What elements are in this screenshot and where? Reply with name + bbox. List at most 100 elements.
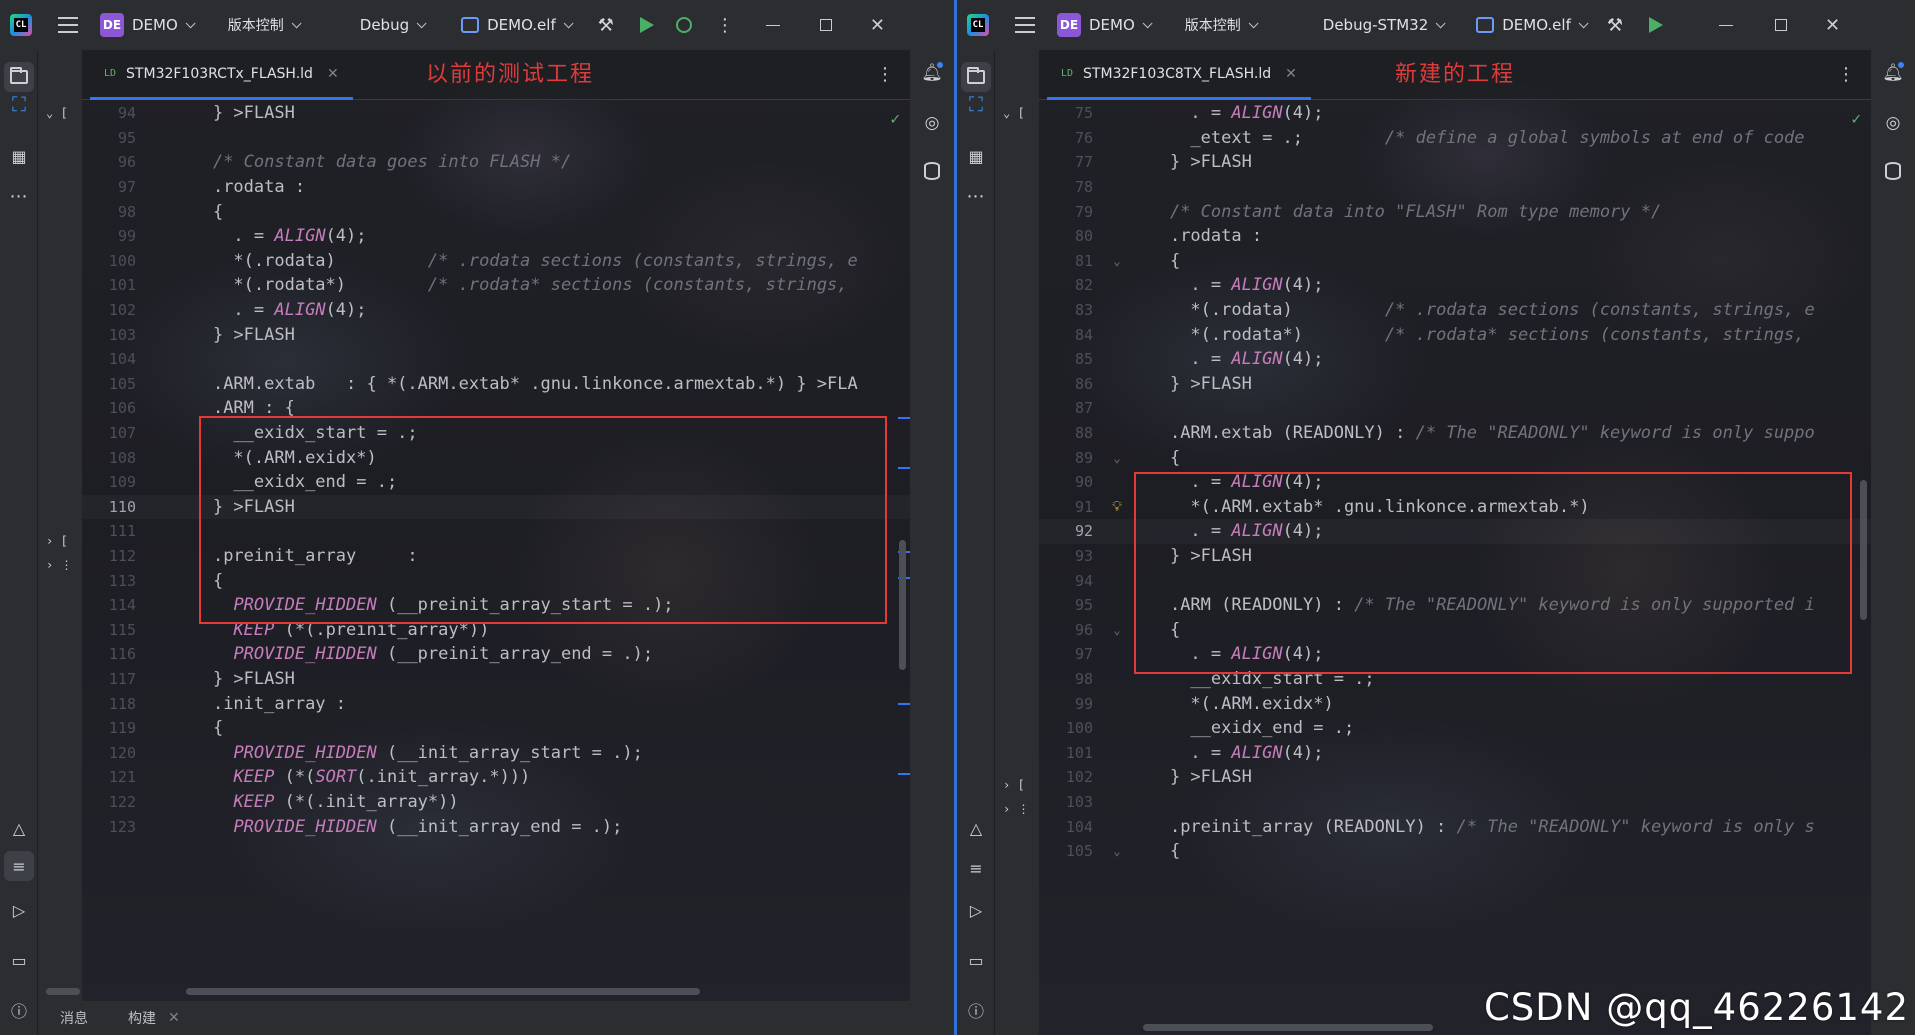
close-icon[interactable]: ✕ — [870, 15, 885, 36]
tab-options-icon[interactable]: ⋮ — [1837, 64, 1855, 85]
structure-blocks-icon[interactable]: ▦ — [964, 144, 988, 168]
build-hammer-icon[interactable]: ⚒ — [1607, 15, 1623, 36]
code-line[interactable]: 101 . = ALIGN(4); — [1039, 741, 1871, 766]
code-line[interactable]: 100 __exidx_end = .; — [1039, 716, 1871, 741]
plugin-icon[interactable]: ⛶ — [964, 92, 988, 116]
code-line[interactable]: 101 *(.rodata*) /* .rodata* sections (co… — [82, 273, 910, 298]
code-line[interactable]: 113 { — [82, 568, 910, 593]
notifications-bell-icon[interactable]: 🔔︎ — [1882, 62, 1904, 84]
code-line[interactable]: 102 . = ALIGN(4); — [82, 298, 910, 323]
chevron-down-icon[interactable] — [185, 17, 196, 28]
code-line[interactable]: 116 PROVIDE_HIDDEN (__preinit_array_end … — [82, 642, 910, 667]
project-badge[interactable]: DE — [1057, 13, 1081, 37]
code-line[interactable]: 90 . = ALIGN(4); — [1039, 470, 1871, 495]
terminal-icon[interactable]: ▭ — [964, 948, 988, 972]
editor-hscrollbar[interactable] — [1143, 1024, 1433, 1031]
chevron-down-icon[interactable] — [1578, 17, 1589, 28]
code-line[interactable]: 83 *(.rodata) /* .rodata sections (const… — [1039, 298, 1871, 323]
code-line[interactable]: 97 .rodata : — [82, 175, 910, 200]
main-menu-icon[interactable] — [58, 17, 78, 33]
close-icon[interactable]: ✕ — [1825, 15, 1840, 36]
run-config-selector[interactable]: Debug — [360, 16, 409, 34]
code-line[interactable]: 95 .ARM (READONLY) : /* The "READONLY" k… — [1039, 593, 1871, 618]
tree-node[interactable]: › ⋮ — [46, 558, 72, 572]
minimize-icon[interactable] — [765, 24, 780, 26]
code-line[interactable]: 94 } >FLASH — [82, 101, 910, 126]
code-line[interactable]: 115 KEEP (*(.preinit_array*)) — [82, 618, 910, 643]
code-line[interactable]: 96 ⌄ { — [1039, 618, 1871, 643]
notifications-bell-icon[interactable]: 🔔︎ — [921, 62, 943, 84]
ai-assistant-icon[interactable]: ◎ — [921, 112, 943, 134]
code-line[interactable]: 108 *(.ARM.exidx*) — [82, 445, 910, 470]
code-line[interactable]: 102 } >FLASH — [1039, 765, 1871, 790]
cmake-icon[interactable]: △ — [7, 816, 31, 840]
tree-node[interactable]: › ⋮ — [1003, 802, 1029, 816]
tab-messages[interactable]: 消息 — [60, 1008, 88, 1028]
code-line[interactable]: 80 .rodata : — [1039, 224, 1871, 249]
code-line[interactable]: 86 } >FLASH — [1039, 372, 1871, 397]
code-line[interactable]: 96 /* Constant data goes into FLASH */ — [82, 150, 910, 175]
code-line[interactable]: 103 } >FLASH — [82, 322, 910, 347]
code-line[interactable]: 111 — [82, 519, 910, 544]
code-line[interactable]: 88 .ARM.extab (READONLY) : /* The "READO… — [1039, 421, 1871, 446]
maximize-icon[interactable] — [819, 19, 832, 31]
code-line[interactable]: 94 — [1039, 568, 1871, 593]
vcs-menu[interactable]: 版本控制 — [228, 15, 284, 35]
fold-marker[interactable]: ⌄ — [1107, 844, 1127, 858]
code-line[interactable]: 114 PROVIDE_HIDDEN (__preinit_array_star… — [82, 593, 910, 618]
code-line[interactable]: 118 .init_array : — [82, 691, 910, 716]
code-line[interactable]: 76 _etext = .; /* define a global symbol… — [1039, 126, 1871, 151]
code-line[interactable]: 123 PROVIDE_HIDDEN (__init_array_end = .… — [82, 814, 910, 839]
run-target-selector[interactable]: DEMO.elf — [461, 16, 556, 34]
fold-marker[interactable]: ⌄ — [1107, 254, 1127, 268]
close-tab-icon[interactable]: ✕ — [168, 1010, 180, 1026]
tree-node[interactable]: › [ — [46, 534, 68, 548]
project-badge[interactable]: DE — [100, 13, 124, 37]
ai-assistant-icon[interactable]: ◎ — [1882, 112, 1904, 134]
code-line[interactable]: 117 } >FLASH — [82, 667, 910, 692]
code-line[interactable]: 99 *(.ARM.exidx*) — [1039, 691, 1871, 716]
tab-linker-script[interactable]: LD STM32F103RCTx_FLASH.ld ✕ — [90, 50, 353, 100]
more-tools-icon[interactable]: ⋯ — [964, 184, 988, 208]
code-line[interactable]: 109 __exidx_end = .; — [82, 470, 910, 495]
code-line[interactable]: 105 ⌄ { — [1039, 839, 1871, 864]
tab-build[interactable]: 构建 — [128, 1008, 156, 1028]
cmake-icon[interactable]: △ — [964, 816, 988, 840]
minimize-icon[interactable] — [1719, 24, 1734, 26]
editor-hscrollbar[interactable] — [186, 988, 700, 995]
code-line[interactable]: 110 } >FLASH — [82, 495, 910, 520]
lightbulb-icon[interactable]: 💡︎ — [1107, 499, 1127, 515]
project-folder-icon[interactable] — [961, 62, 991, 92]
code-line[interactable]: 87 — [1039, 396, 1871, 421]
code-line[interactable]: 79 /* Constant data into "FLASH" Rom typ… — [1039, 199, 1871, 224]
close-tab-icon[interactable]: ✕ — [327, 66, 339, 82]
services-icon[interactable]: ▷ — [7, 898, 31, 922]
editor-scrollbar[interactable] — [899, 540, 906, 670]
code-line[interactable]: 107 __exidx_start = .; — [82, 421, 910, 446]
problems-icon[interactable]: ⓘ — [7, 998, 31, 1022]
run-config-selector[interactable]: Debug-STM32 — [1323, 16, 1428, 34]
code-line[interactable]: 81 ⌄ { — [1039, 249, 1871, 274]
chevron-down-icon[interactable] — [416, 17, 427, 28]
code-line[interactable]: 98 { — [82, 199, 910, 224]
plugin-icon[interactable]: ⛶ — [7, 92, 31, 116]
messages-icon[interactable]: ≡ — [964, 856, 988, 880]
code-line[interactable]: 93 } >FLASH — [1039, 544, 1871, 569]
code-line[interactable]: 120 PROVIDE_HIDDEN (__init_array_start =… — [82, 741, 910, 766]
structure-blocks-icon[interactable]: ▦ — [7, 144, 31, 168]
code-line[interactable]: 112 .preinit_array : — [82, 544, 910, 569]
chevron-down-icon[interactable] — [1435, 17, 1446, 28]
tree-scrollbar[interactable] — [46, 988, 80, 995]
more-actions-icon[interactable]: ⋮ — [716, 15, 734, 36]
code-line[interactable]: 89 ⌄ { — [1039, 445, 1871, 470]
main-menu-icon[interactable] — [1015, 17, 1035, 33]
run-icon[interactable] — [639, 17, 654, 33]
code-line[interactable]: 103 — [1039, 790, 1871, 815]
project-folder-icon[interactable] — [4, 62, 34, 92]
code-line[interactable]: 104 .preinit_array (READONLY) : /* The "… — [1039, 814, 1871, 839]
project-name[interactable]: DEMO — [1089, 16, 1135, 34]
terminal-icon[interactable]: ▭ — [7, 948, 31, 972]
code-line[interactable]: 105 .ARM.extab : { *(.ARM.extab* .gnu.li… — [82, 372, 910, 397]
tree-node[interactable]: ⌄ [ — [1003, 106, 1025, 120]
code-line[interactable]: 106 .ARM : { — [82, 396, 910, 421]
